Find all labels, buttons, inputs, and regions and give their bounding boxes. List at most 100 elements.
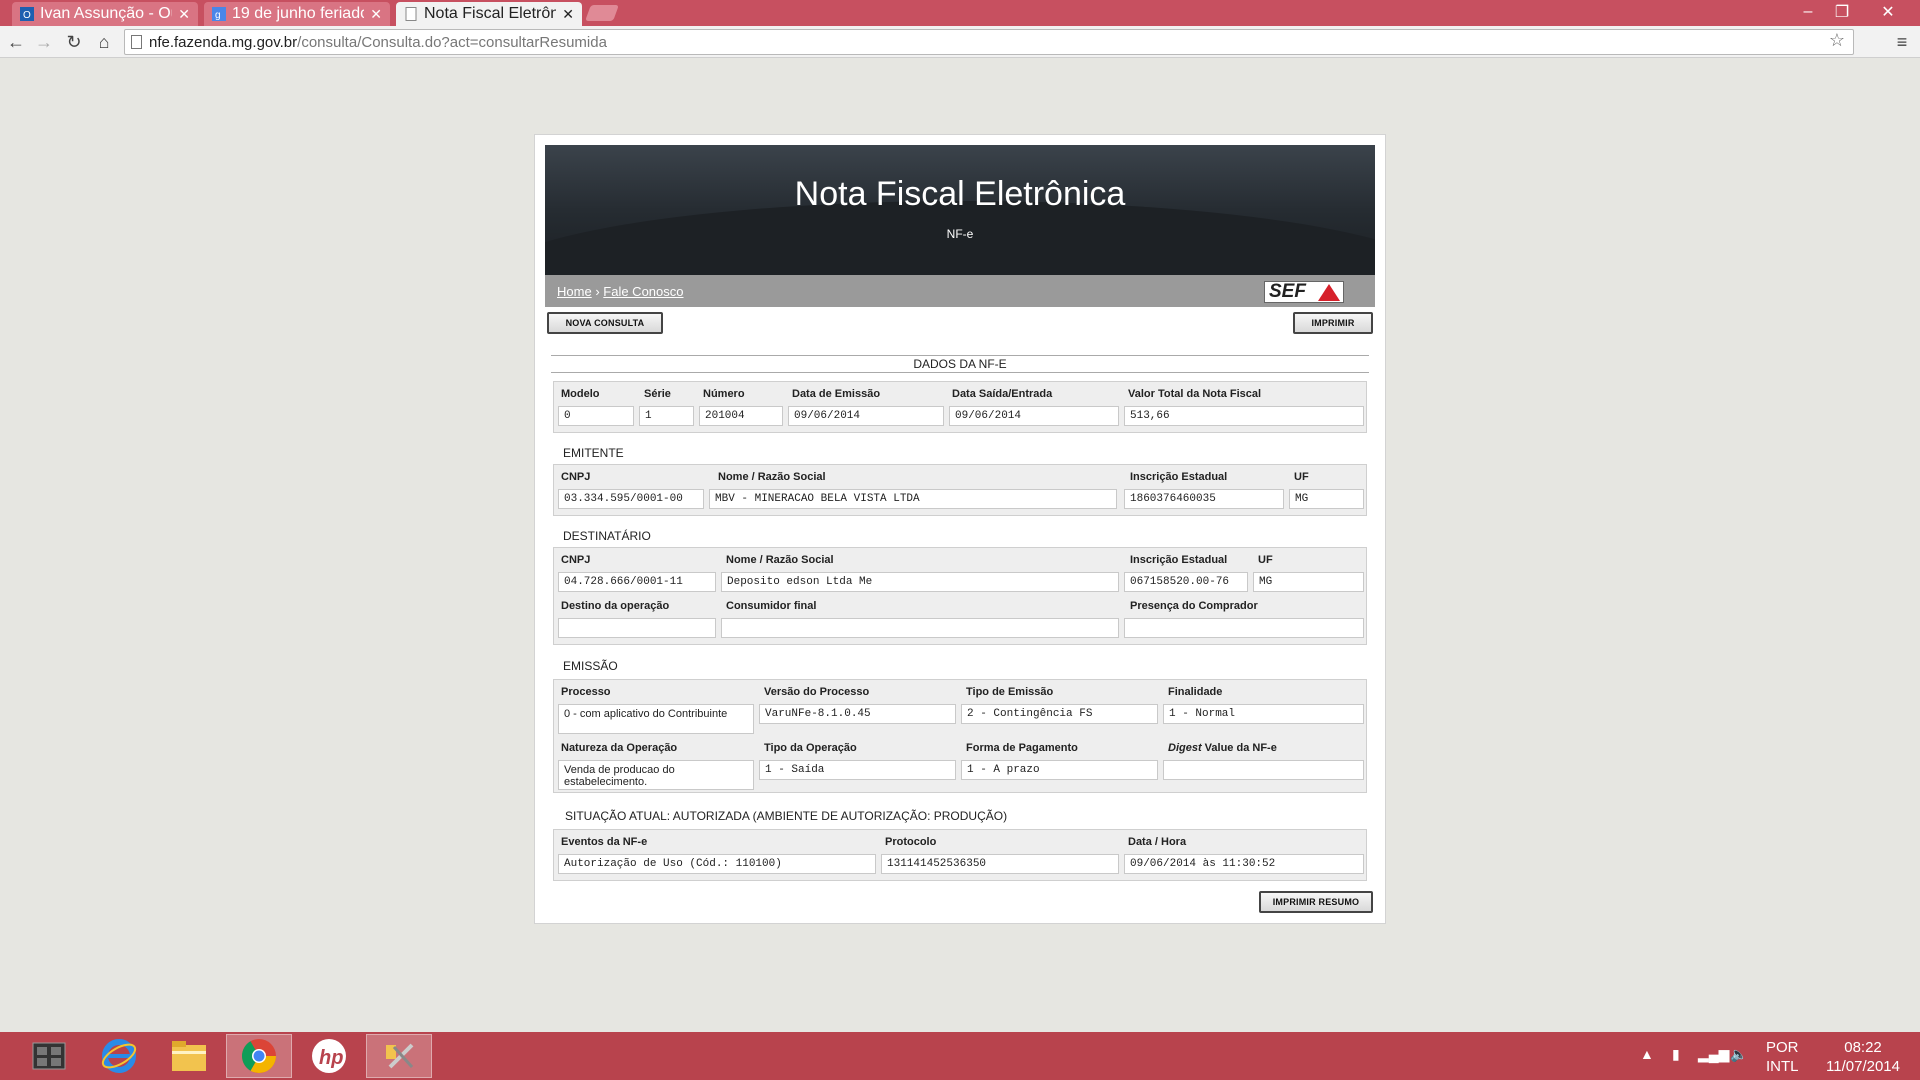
label-ie: Inscrição Estadual xyxy=(1130,554,1228,566)
svg-text:O: O xyxy=(23,10,31,21)
field-protocolo: 131141452536350 xyxy=(881,854,1119,874)
field-versao: VaruNFe-8.1.0.45 xyxy=(759,704,956,724)
field-eventos: Autorização de Uso (Cód.: 110100) xyxy=(558,854,876,874)
nova-consulta-button[interactable]: NOVA CONSULTA xyxy=(547,312,663,334)
situacao-box: Eventos da NF-e Protocolo Data / Hora Au… xyxy=(553,829,1367,881)
emitente-title: EMITENTE xyxy=(563,446,624,460)
tab-google[interactable]: g 19 de junho feriado ✕ xyxy=(204,2,390,26)
input-language[interactable]: POR INTL xyxy=(1766,1038,1799,1076)
page-icon xyxy=(404,7,418,21)
close-icon[interactable]: ✕ xyxy=(178,6,190,23)
address-bar[interactable]: nfe.fazenda.mg.gov.br/consulta/Consulta.… xyxy=(124,29,1854,55)
field-uf: MG xyxy=(1253,572,1364,592)
field-presenca xyxy=(1124,618,1364,638)
label-modelo: Modelo xyxy=(561,388,600,400)
sef-logo-text: SEF xyxy=(1269,281,1306,302)
label-data-hora: Data / Hora xyxy=(1128,836,1187,848)
label-finalidade: Finalidade xyxy=(1168,686,1223,698)
home-link[interactable]: Home xyxy=(557,284,592,299)
label-natureza: Natureza da Operação xyxy=(561,742,678,754)
tools-icon[interactable] xyxy=(366,1034,432,1078)
header-banner: Nota Fiscal Eletrônica NF-e xyxy=(545,145,1375,275)
battery-icon[interactable]: ▮ xyxy=(1672,1046,1680,1063)
file-explorer-icon[interactable] xyxy=(156,1034,222,1078)
label-versao: Versão do Processo xyxy=(764,686,870,698)
restore-icon[interactable]: ❐ xyxy=(1822,0,1862,24)
dados-section-title: DADOS DA NF-E xyxy=(551,355,1369,373)
field-natureza: Venda de producao do estabelecimento. xyxy=(558,760,754,790)
tab-outlook[interactable]: O Ivan Assunção - Outl ✕ xyxy=(12,2,198,26)
close-icon[interactable]: ✕ xyxy=(562,6,574,23)
url-path: /consulta/Consulta.do?act=consultarResum… xyxy=(297,33,607,51)
field-finalidade: 1 - Normal xyxy=(1163,704,1364,724)
forward-icon[interactable]: → xyxy=(32,30,56,54)
field-nome: MBV - MINERACAO BELA VISTA LTDA xyxy=(709,489,1117,509)
field-forma-pagamento: 1 - A prazo xyxy=(961,760,1158,780)
label-consumidor: Consumidor final xyxy=(726,600,817,612)
chrome-icon[interactable] xyxy=(226,1034,292,1078)
destinatario-box: CNPJ Nome / Razão Social Inscrição Estad… xyxy=(553,547,1367,645)
clock[interactable]: 08:22 11/07/2014 xyxy=(1826,1038,1900,1076)
imprimir-resumo-button[interactable]: IMPRIMIR RESUMO xyxy=(1259,891,1373,913)
page-subtitle: NF-e xyxy=(946,227,974,241)
field-uf: MG xyxy=(1289,489,1364,509)
start-icon[interactable] xyxy=(16,1034,82,1078)
field-tipo-emissao: 2 - Contingência FS xyxy=(961,704,1158,724)
label-data-saida: Data Saída/Entrada xyxy=(952,388,1053,400)
tab-label: 19 de junho feriado xyxy=(232,5,365,22)
reload-icon[interactable]: ↻ xyxy=(62,30,86,54)
tab-label: Ivan Assunção - Outl xyxy=(40,5,172,22)
home-icon[interactable]: ⌂ xyxy=(92,30,116,54)
emissao-box: Processo Versão do Processo Tipo de Emis… xyxy=(553,679,1367,793)
label-valor-total: Valor Total da Nota Fiscal xyxy=(1128,388,1262,400)
label-uf: UF xyxy=(1294,471,1309,483)
field-data-saida: 09/06/2014 xyxy=(949,406,1119,426)
sef-logo: SEF xyxy=(1264,281,1344,303)
internet-explorer-icon[interactable] xyxy=(86,1034,152,1078)
emitente-box: CNPJ Nome / Razão Social Inscrição Estad… xyxy=(553,464,1367,516)
hp-icon[interactable]: hp xyxy=(296,1034,362,1078)
volume-icon[interactable]: 🔈 xyxy=(1730,1046,1747,1063)
show-hidden-icons[interactable]: ▲ xyxy=(1640,1046,1654,1062)
field-nome: Deposito edson Ltda Me xyxy=(721,572,1119,592)
label-serie: Série xyxy=(644,388,671,400)
network-icon[interactable]: ▂▄▆ xyxy=(1698,1046,1729,1063)
imprimir-button[interactable]: IMPRIMIR xyxy=(1293,312,1373,334)
browser-toolbar: ← → ↻ ⌂ nfe.fazenda.mg.gov.br/consulta/C… xyxy=(0,26,1920,58)
field-numero: 201004 xyxy=(699,406,783,426)
label-tipo-operacao: Tipo da Operação xyxy=(764,742,857,754)
destinatario-title: DESTINATÁRIO xyxy=(563,529,651,543)
label-ie: Inscrição Estadual xyxy=(1130,471,1228,483)
breadcrumb: Home › Fale Conosco SEF xyxy=(545,275,1375,307)
breadcrumb-links: Home › Fale Conosco xyxy=(557,284,684,299)
label-data-emissao: Data de Emissão xyxy=(792,388,881,400)
emissao-title: EMISSÃO xyxy=(563,659,618,673)
field-data-hora: 09/06/2014 às 11:30:52 xyxy=(1124,854,1364,874)
label-destino: Destino da operação xyxy=(561,600,670,612)
menu-icon[interactable]: ≡ xyxy=(1890,30,1914,54)
dados-box: Modelo Série Número Data de Emissão Data… xyxy=(553,381,1367,433)
browser-titlebar: O Ivan Assunção - Outl ✕ g 19 de junho f… xyxy=(0,0,1920,26)
breadcrumb-separator: › xyxy=(595,284,600,299)
close-icon[interactable]: ✕ xyxy=(370,6,382,23)
nfe-card: Nota Fiscal Eletrônica NF-e Home › Fale … xyxy=(534,134,1386,924)
label-uf: UF xyxy=(1258,554,1273,566)
label-numero: Número xyxy=(703,388,745,400)
google-icon: g xyxy=(212,7,226,21)
label-presenca: Presença do Comprador xyxy=(1130,600,1258,612)
bookmark-star-icon[interactable]: ☆ xyxy=(1829,30,1845,51)
label-processo: Processo xyxy=(561,686,611,698)
lang-top: POR xyxy=(1766,1039,1799,1056)
close-window-icon[interactable]: ✕ xyxy=(1868,0,1908,24)
new-tab-button[interactable] xyxy=(585,5,619,21)
back-icon[interactable]: ← xyxy=(4,30,28,54)
field-consumidor xyxy=(721,618,1119,638)
taskbar: hp ▲ ▮ ▂▄▆ 🔈 POR INTL 08:22 11/07/2014 xyxy=(0,1032,1920,1080)
svg-text:hp: hp xyxy=(319,1047,343,1069)
tab-label: Nota Fiscal Eletrônic xyxy=(424,5,557,22)
contact-link[interactable]: Fale Conosco xyxy=(603,284,683,299)
field-digest xyxy=(1163,760,1364,780)
label-cnpj: CNPJ xyxy=(561,554,591,566)
digest-italic: Digest xyxy=(1168,742,1202,754)
tab-nfe[interactable]: Nota Fiscal Eletrônic ✕ xyxy=(396,2,582,26)
